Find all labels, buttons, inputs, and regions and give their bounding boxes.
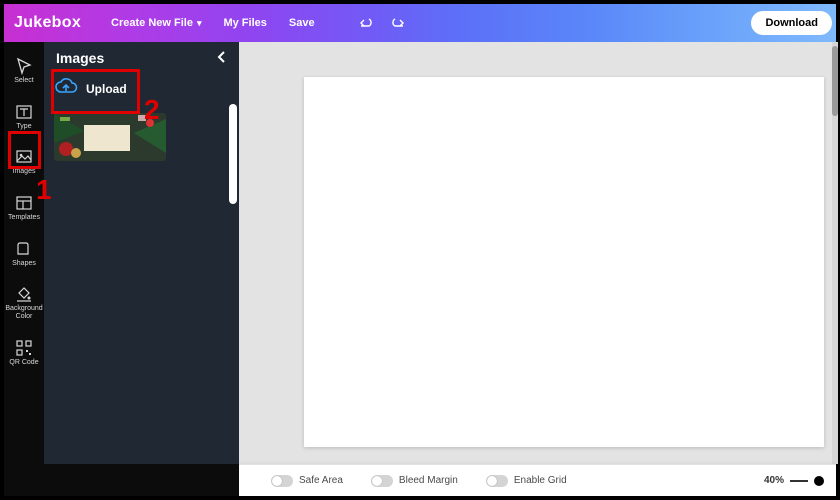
save-label: Save — [289, 17, 315, 29]
images-panel: Images Upload — [44, 42, 239, 464]
save-button[interactable]: Save — [289, 17, 315, 29]
panel-title: Images — [56, 50, 104, 66]
bleed-margin-toggle[interactable]: Bleed Margin — [371, 475, 458, 487]
enable-grid-toggle[interactable]: Enable Grid — [486, 475, 567, 487]
toggle-switch-icon — [486, 475, 508, 487]
my-files-label: My Files — [223, 17, 266, 29]
tool-select[interactable]: Select — [6, 54, 42, 88]
upload-button[interactable]: Upload — [44, 74, 239, 107]
create-new-file-label: Create New File — [111, 17, 193, 29]
top-bar: Jukebox Create New File ▾ My Files Save — [4, 4, 836, 42]
tool-templates[interactable]: Templates — [6, 191, 42, 225]
bottom-bar: Safe Area Bleed Margin Enable Grid 40% — [239, 464, 836, 496]
toggle-switch-icon — [271, 475, 293, 487]
safe-area-toggle[interactable]: Safe Area — [271, 475, 343, 487]
canvas-workspace[interactable] — [239, 42, 836, 464]
cloud-upload-icon — [54, 78, 78, 99]
chevron-down-icon: ▾ — [197, 18, 202, 29]
create-new-file-menu[interactable]: Create New File ▾ — [111, 17, 201, 29]
panel-scrollbar[interactable] — [229, 104, 237, 204]
history-controls — [357, 16, 407, 30]
redo-button[interactable] — [391, 16, 407, 30]
tool-bgcolor-label: Background Color — [5, 305, 42, 320]
collapse-panel-button[interactable] — [217, 50, 227, 66]
image-thumbnail[interactable] — [54, 113, 166, 161]
download-button[interactable]: Download — [751, 11, 832, 35]
tool-images[interactable]: Images — [6, 145, 42, 179]
workspace-scrollbar[interactable] — [832, 46, 838, 116]
zoom-control[interactable]: 40% — [764, 475, 824, 486]
tool-qr-code[interactable]: QR Code — [6, 336, 42, 370]
tool-templates-label: Templates — [8, 214, 40, 222]
tool-shapes[interactable]: Shapes — [6, 237, 42, 271]
tool-shapes-label: Shapes — [12, 260, 36, 268]
tool-type-label: Type — [16, 123, 31, 131]
zoom-slider-handle[interactable] — [814, 476, 824, 486]
tool-type[interactable]: Type — [6, 100, 42, 134]
undo-button[interactable] — [357, 16, 373, 30]
upload-label: Upload — [86, 82, 127, 96]
tool-rail: Select Type Images Templates Shapes Back… — [4, 42, 44, 464]
bleed-margin-label: Bleed Margin — [399, 475, 458, 486]
tool-select-label: Select — [14, 77, 33, 85]
tool-qrcode-label: QR Code — [9, 359, 38, 367]
brand-logo: Jukebox — [14, 14, 81, 32]
top-menu: Create New File ▾ My Files Save — [111, 16, 407, 30]
zoom-value: 40% — [764, 475, 784, 486]
tool-images-label: Images — [13, 168, 36, 176]
download-label: Download — [765, 17, 818, 29]
toggle-switch-icon — [371, 475, 393, 487]
enable-grid-label: Enable Grid — [514, 475, 567, 486]
my-files-menu[interactable]: My Files — [223, 17, 266, 29]
bottom-left-filler — [4, 464, 239, 496]
canvas-page[interactable] — [304, 77, 824, 447]
tool-background-color[interactable]: Background Color — [6, 282, 42, 323]
safe-area-label: Safe Area — [299, 475, 343, 486]
